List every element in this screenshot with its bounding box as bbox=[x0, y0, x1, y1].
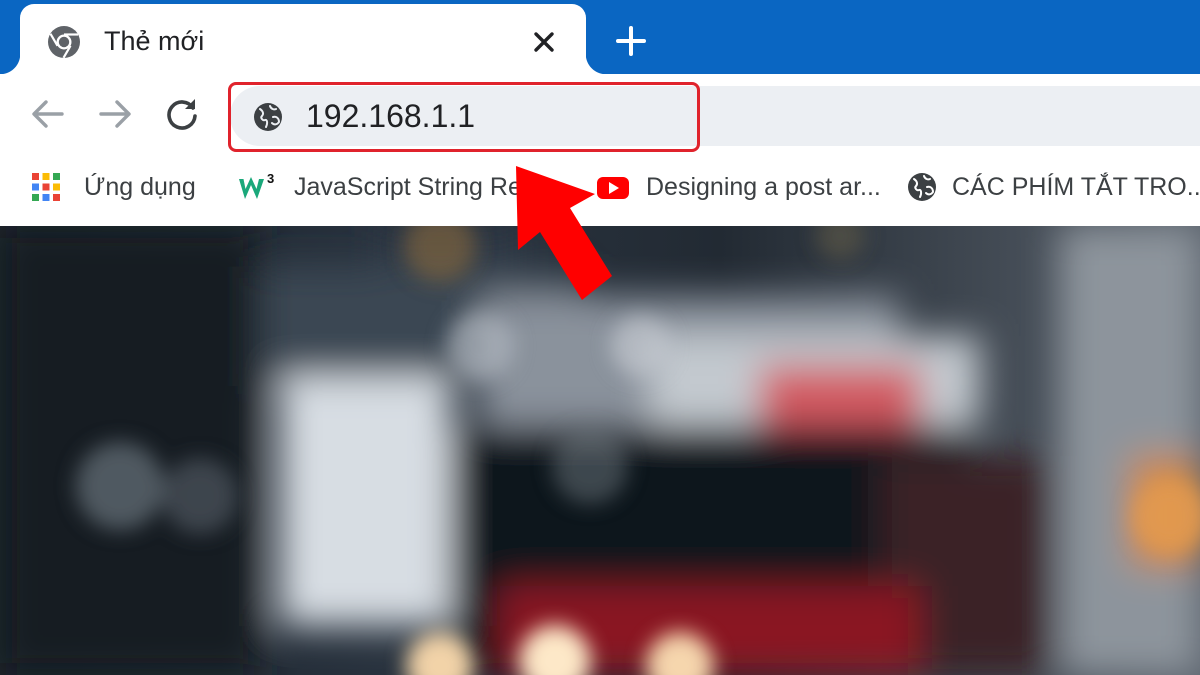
reload-icon[interactable] bbox=[162, 94, 202, 134]
arrow-right-icon[interactable] bbox=[95, 94, 135, 134]
new-tab-plus-icon[interactable] bbox=[612, 22, 650, 60]
blurred-background-photo bbox=[0, 226, 1200, 675]
bookmark-label: JavaScript String Re... bbox=[294, 173, 543, 201]
bookmark-label: Designing a post ar... bbox=[646, 173, 881, 201]
youtube-icon bbox=[597, 177, 629, 199]
url-input[interactable] bbox=[306, 95, 906, 137]
tab-new-tab[interactable]: Thẻ mới bbox=[0, 4, 606, 76]
w3-logo-icon: 3 bbox=[239, 171, 274, 199]
bookmark-javascript-string[interactable]: 3 JavaScript String Re... bbox=[238, 156, 543, 220]
close-icon[interactable] bbox=[530, 28, 558, 56]
tab-title: Thẻ mới bbox=[104, 26, 205, 56]
chrome-icon bbox=[48, 26, 80, 59]
bookmarks-bar: Ứng dụng 3 JavaScript String Re... Desig… bbox=[0, 156, 1200, 226]
globe-icon bbox=[908, 173, 936, 201]
browser-toolbar bbox=[0, 74, 1200, 156]
bookmark-label: CÁC PHÍM TẮT TRO... bbox=[952, 173, 1200, 201]
address-bar[interactable] bbox=[230, 86, 1200, 146]
bookmark-cac-phim-tat[interactable]: CÁC PHÍM TẮT TRO... bbox=[906, 156, 1200, 220]
bookmark-label: Ứng dụng bbox=[84, 173, 196, 201]
globe-icon bbox=[254, 103, 282, 131]
new-tab-background bbox=[0, 226, 1200, 675]
bookmark-designing-a-post[interactable]: Designing a post ar... bbox=[596, 156, 886, 220]
tab-strip: Thẻ mới bbox=[0, 0, 1200, 76]
bookmark-apps[interactable]: Ứng dụng bbox=[30, 156, 210, 220]
apps-grid-icon bbox=[32, 173, 60, 201]
arrow-left-icon[interactable] bbox=[28, 94, 68, 134]
svg-text:3: 3 bbox=[267, 171, 274, 186]
